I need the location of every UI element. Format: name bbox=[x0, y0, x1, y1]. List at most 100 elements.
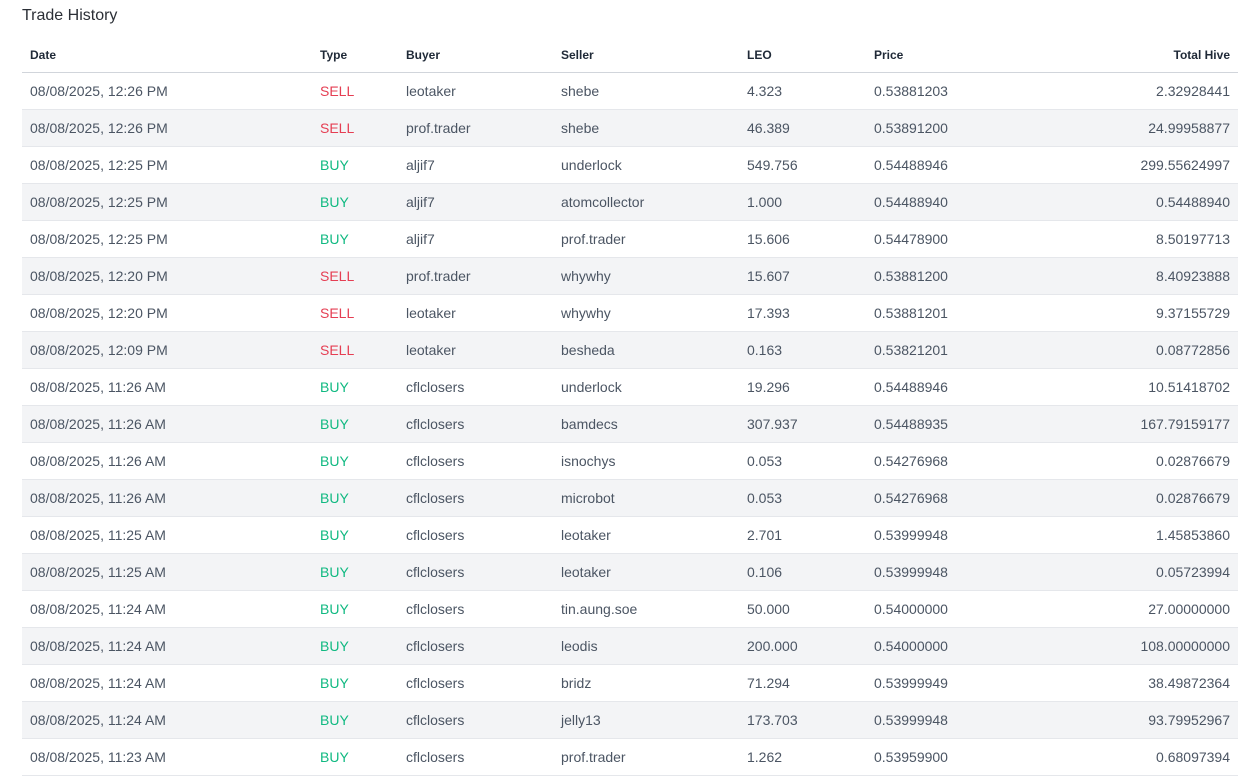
trade-history-panel: Trade History Date Type Buyer Seller LEO… bbox=[0, 0, 1238, 780]
trade-total-hive-cell: 93.79952967 bbox=[1074, 701, 1238, 739]
table-header: Date Type Buyer Seller LEO Price Total H… bbox=[22, 38, 1238, 73]
trade-type-cell: BUY bbox=[320, 442, 406, 480]
trade-type-cell: BUY bbox=[320, 516, 406, 554]
trade-leo-cell: 0.106 bbox=[747, 553, 874, 591]
trade-leo-cell: 307.937 bbox=[747, 405, 874, 443]
trade-price-cell: 0.54488940 bbox=[874, 183, 1074, 221]
column-header-type: Type bbox=[320, 38, 406, 73]
trade-leo-cell: 0.053 bbox=[747, 479, 874, 517]
trade-type-cell: BUY bbox=[320, 405, 406, 443]
trade-price-cell: 0.54488935 bbox=[874, 405, 1074, 443]
trade-total-hive-cell: 0.02876679 bbox=[1074, 442, 1238, 480]
trade-buyer-cell: cflclosers bbox=[406, 627, 561, 665]
trade-price-cell: 0.54488946 bbox=[874, 368, 1074, 406]
trade-leo-cell: 1.000 bbox=[747, 183, 874, 221]
trade-type-cell: BUY bbox=[320, 220, 406, 258]
trade-seller-cell: leotaker bbox=[561, 516, 747, 554]
trade-seller-cell: shebe bbox=[561, 72, 747, 110]
trade-type-cell: BUY bbox=[320, 368, 406, 406]
trade-seller-cell: shebe bbox=[561, 109, 747, 147]
trade-price-cell: 0.54276968 bbox=[874, 479, 1074, 517]
trade-total-hive-cell: 38.49872364 bbox=[1074, 664, 1238, 702]
trade-total-hive-cell: 0.08772856 bbox=[1074, 331, 1238, 369]
trade-date-cell: 08/08/2025, 11:25 AM bbox=[22, 553, 320, 591]
table-row: 08/08/2025, 11:24 AM BUY cflclosers leodis 2… bbox=[22, 627, 1238, 665]
trade-buyer-cell: aljif7 bbox=[406, 183, 561, 221]
trade-leo-cell: 46.389 bbox=[747, 109, 874, 147]
trade-date-cell: 08/08/2025, 11:25 AM bbox=[22, 516, 320, 554]
column-header-price: Price bbox=[874, 38, 1074, 73]
trade-date-cell: 08/08/2025, 11:26 AM bbox=[22, 405, 320, 443]
page-title: Trade History bbox=[22, 7, 118, 24]
trade-seller-cell: bamdecs bbox=[561, 405, 747, 443]
trade-leo-cell: 4.323 bbox=[747, 72, 874, 110]
trade-date-cell: 08/08/2025, 12:26 PM bbox=[22, 72, 320, 110]
table-row: 08/08/2025, 12:09 PM SELL leotaker besheda 0… bbox=[22, 331, 1238, 369]
column-header-seller: Seller bbox=[561, 38, 747, 73]
trade-leo-cell: 1.262 bbox=[747, 738, 874, 776]
table-row: 08/08/2025, 11:24 AM BUY cflclosers jelly13… bbox=[22, 701, 1238, 739]
header-row: Date Type Buyer Seller LEO Price Total H… bbox=[22, 38, 1238, 73]
trade-type-cell: BUY bbox=[320, 479, 406, 517]
trade-leo-cell: 549.756 bbox=[747, 146, 874, 184]
trade-seller-cell: microbot bbox=[561, 479, 747, 517]
trade-seller-cell: prof.trader bbox=[561, 738, 747, 776]
table-row: 08/08/2025, 11:26 AM BUY cflclosers isnochy… bbox=[22, 442, 1238, 480]
trade-leo-cell: 0.053 bbox=[747, 442, 874, 480]
trade-date-cell: 08/08/2025, 11:23 AM bbox=[22, 738, 320, 776]
table-row: 08/08/2025, 11:25 AM BUY cflclosers leotake… bbox=[22, 516, 1238, 554]
trade-type-cell: BUY bbox=[320, 701, 406, 739]
trade-total-hive-cell: 1.45853860 bbox=[1074, 516, 1238, 554]
trade-seller-cell: underlock bbox=[561, 368, 747, 406]
trade-seller-cell: prof.trader bbox=[561, 220, 747, 258]
trade-price-cell: 0.53881201 bbox=[874, 294, 1074, 332]
trade-date-cell: 08/08/2025, 12:20 PM bbox=[22, 257, 320, 295]
trade-leo-cell: 0.163 bbox=[747, 331, 874, 369]
trade-seller-cell: leodis bbox=[561, 627, 747, 665]
trade-buyer-cell: cflclosers bbox=[406, 701, 561, 739]
trade-date-cell: 08/08/2025, 11:24 AM bbox=[22, 627, 320, 665]
trade-price-cell: 0.53999948 bbox=[874, 516, 1074, 554]
trade-price-cell: 0.53999949 bbox=[874, 664, 1074, 702]
trade-total-hive-cell: 8.50197713 bbox=[1074, 220, 1238, 258]
trade-total-hive-cell: 8.40923888 bbox=[1074, 257, 1238, 295]
trade-date-cell: 08/08/2025, 12:25 PM bbox=[22, 183, 320, 221]
table-row: 08/08/2025, 11:26 AM BUY cflclosers underlo… bbox=[22, 368, 1238, 406]
trade-date-cell: 08/08/2025, 12:25 PM bbox=[22, 146, 320, 184]
trade-date-cell: 08/08/2025, 11:26 AM bbox=[22, 479, 320, 517]
trade-leo-cell: 50.000 bbox=[747, 590, 874, 628]
table-row: 08/08/2025, 12:25 PM BUY aljif7 prof.trader… bbox=[22, 220, 1238, 258]
trade-buyer-cell: leotaker bbox=[406, 331, 561, 369]
trade-buyer-cell: leotaker bbox=[406, 294, 561, 332]
trade-total-hive-cell: 167.79159177 bbox=[1074, 405, 1238, 443]
trade-buyer-cell: aljif7 bbox=[406, 146, 561, 184]
column-header-buyer: Buyer bbox=[406, 38, 561, 73]
table-row: 08/08/2025, 11:26 AM BUY cflclosers bamdecs… bbox=[22, 405, 1238, 443]
trade-date-cell: 08/08/2025, 11:24 AM bbox=[22, 664, 320, 702]
trade-seller-cell: bridz bbox=[561, 664, 747, 702]
trade-leo-cell: 2.701 bbox=[747, 516, 874, 554]
trade-total-hive-cell: 0.05723994 bbox=[1074, 553, 1238, 591]
trade-date-cell: 08/08/2025, 11:24 AM bbox=[22, 701, 320, 739]
trade-type-cell: BUY bbox=[320, 738, 406, 776]
trade-total-hive-cell: 27.00000000 bbox=[1074, 590, 1238, 628]
trade-leo-cell: 200.000 bbox=[747, 627, 874, 665]
trade-price-cell: 0.53999948 bbox=[874, 553, 1074, 591]
trade-date-cell: 08/08/2025, 11:26 AM bbox=[22, 442, 320, 480]
trade-price-cell: 0.53881203 bbox=[874, 72, 1074, 110]
table-row: 08/08/2025, 12:26 PM SELL leotaker shebe 4.3… bbox=[22, 72, 1238, 110]
table-row: 08/08/2025, 12:26 PM SELL prof.trader shebe… bbox=[22, 109, 1238, 147]
trade-buyer-cell: cflclosers bbox=[406, 442, 561, 480]
trade-leo-cell: 15.607 bbox=[747, 257, 874, 295]
trade-type-cell: BUY bbox=[320, 664, 406, 702]
table-row: 08/08/2025, 11:23 AM BUY cflclosers prof.tr… bbox=[22, 738, 1238, 776]
trade-buyer-cell: cflclosers bbox=[406, 664, 561, 702]
trade-seller-cell: whywhy bbox=[561, 294, 747, 332]
trade-type-cell: BUY bbox=[320, 183, 406, 221]
table-body: 08/08/2025, 12:26 PM SELL leotaker shebe 4.3… bbox=[22, 72, 1238, 776]
trade-price-cell: 0.53891200 bbox=[874, 109, 1074, 147]
table-row: 08/08/2025, 11:25 AM BUY cflclosers leotake… bbox=[22, 553, 1238, 591]
trade-type-cell: BUY bbox=[320, 146, 406, 184]
trade-type-cell: BUY bbox=[320, 627, 406, 665]
trade-buyer-cell: cflclosers bbox=[406, 516, 561, 554]
